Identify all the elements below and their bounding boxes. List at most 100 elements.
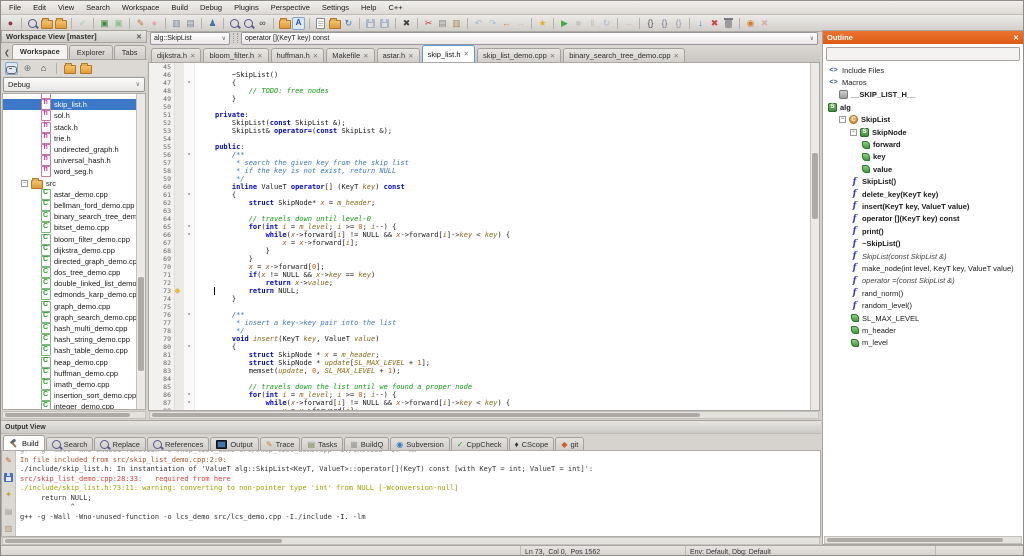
code-line-45[interactable]: 45 (149, 63, 810, 71)
marker-margin[interactable] (175, 143, 184, 151)
editor-tab-astar.h[interactable]: astar.h✕ (377, 48, 420, 62)
fold-margin[interactable]: ▾ (184, 79, 195, 87)
code-line-51[interactable]: 51private: (149, 111, 810, 119)
code-line-47[interactable]: 47▾ { (149, 79, 810, 87)
marker-margin[interactable]: ◆ (175, 287, 184, 295)
fold-margin[interactable] (184, 119, 195, 127)
fold-margin[interactable]: ▾ (184, 151, 195, 159)
marker-margin[interactable] (175, 79, 184, 87)
outline-item-key[interactable]: key (824, 151, 1022, 163)
outline-item-rand_norm-[interactable]: frand_norm() (824, 287, 1022, 299)
close-tab-icon[interactable]: ✕ (313, 52, 318, 60)
menu-edit[interactable]: Edit (27, 2, 52, 13)
marker-margin[interactable] (175, 399, 184, 407)
output-tab-search[interactable]: Search (46, 437, 94, 451)
fold-margin[interactable] (184, 135, 195, 143)
goto-active-file-button[interactable]: ⌂ (37, 62, 50, 75)
outline-item-print-[interactable]: fprint() (824, 225, 1022, 237)
code-line-80[interactable]: 80▾ { (149, 343, 810, 351)
code-line-83[interactable]: 83 memset(update, 0, SL_MAX_LEVEL + 1); (149, 367, 810, 375)
editor-tab-skip_list_demo.cpp[interactable]: skip_list_demo.cpp✕ (477, 48, 561, 62)
output-tab-cppcheck[interactable]: ✓CppCheck (451, 437, 508, 451)
tree-file-insertion_sort_demo.cpp[interactable]: insertion_sort_demo.cpp (3, 390, 136, 401)
outline-item-value[interactable]: value (824, 163, 1022, 175)
marker-margin[interactable] (175, 63, 184, 71)
close-tab-icon[interactable]: ✕ (257, 52, 262, 60)
menu-perspective[interactable]: Perspective (265, 2, 316, 13)
fold-margin[interactable] (184, 319, 195, 327)
output-tab-output[interactable]: Output (210, 437, 259, 451)
open-resource-button[interactable] (40, 17, 53, 30)
marker-margin[interactable] (175, 223, 184, 231)
tree-file-double_linked_list_demo.cpp[interactable]: double_linked_list_demo.cpp (3, 278, 136, 289)
link-editor-button[interactable] (5, 62, 18, 75)
code-line-81[interactable]: 81 struct SkipNode * x = m_header; (149, 351, 810, 359)
format-source-button[interactable]: {} (644, 17, 657, 30)
marker-margin[interactable] (175, 111, 184, 119)
outline-item-skiplist[interactable]: −CSkipList (824, 114, 1022, 126)
tree-file-hash_string_demo.cpp[interactable]: hash_string_demo.cpp (3, 334, 136, 345)
save-output-button[interactable] (2, 471, 15, 484)
save-file-button[interactable] (364, 17, 377, 30)
fold-margin[interactable] (184, 63, 195, 71)
restart-debugger-button[interactable]: ↻ (600, 17, 613, 30)
editor-tab-skip_list.h[interactable]: skip_list.h✕ (422, 45, 475, 62)
outline-item-macros[interactable]: <>Macros (824, 76, 1022, 88)
code-line-52[interactable]: 52 SkipList(const SkipList &); (149, 119, 810, 127)
close-tab-icon[interactable]: ✕ (408, 52, 413, 60)
editor-tab-dijkstra.h[interactable]: dijkstra.h✕ (151, 48, 201, 62)
fold-margin[interactable] (184, 175, 195, 183)
workspace-tab-explorer[interactable]: Explorer (69, 45, 113, 59)
marker-margin[interactable] (175, 127, 184, 135)
new-file-button[interactable] (314, 17, 327, 30)
code-line-62[interactable]: 62 struct SkipNode* x = m_header; (149, 199, 810, 207)
outline-item-m_level[interactable]: m_level (824, 337, 1022, 349)
marker-margin[interactable] (175, 215, 184, 223)
fold-margin[interactable] (184, 111, 195, 119)
tree-file-graph_demo.cpp[interactable]: graph_demo.cpp (3, 301, 136, 312)
outline-item-delete_key-keyt-key-[interactable]: fdelete_key(KeyT key) (824, 188, 1022, 200)
close-tab-icon[interactable]: ✕ (190, 52, 195, 60)
code-line-72[interactable]: 72 return x->value; (149, 279, 810, 287)
code-line-67[interactable]: 67 x = x->forward[i]; (149, 239, 810, 247)
fold-margin[interactable] (184, 255, 195, 263)
marker-margin[interactable] (175, 95, 184, 103)
copy-button[interactable]: ▤ (436, 17, 449, 30)
outline-item-insert-keyt-key-valuet-value-[interactable]: finsert(KeyT key, ValueT value) (824, 200, 1022, 212)
editor-vscrollbar[interactable] (810, 63, 819, 410)
marker-margin[interactable] (175, 367, 184, 375)
outline-item--skiplist-[interactable]: f~SkipList() (824, 237, 1022, 249)
outline-item-skipnode[interactable]: −SSkipNode (824, 126, 1022, 138)
fold-margin[interactable] (184, 239, 195, 247)
code-line-59[interactable]: 59 */ (149, 175, 810, 183)
output-tab-buildq[interactable]: ▦BuildQ (344, 437, 389, 451)
fold-margin[interactable]: ▾ (184, 223, 195, 231)
fold-margin[interactable] (184, 327, 195, 335)
tree-file-word_seg.h[interactable]: word_seg.h (3, 166, 136, 177)
code-line-58[interactable]: 58 * if the key is not exist, return NUL… (149, 167, 810, 175)
clear-output-button[interactable]: ✦ (2, 488, 15, 501)
marker-margin[interactable] (175, 327, 184, 335)
fold-margin[interactable]: ▾ (184, 191, 195, 199)
stop-build-button[interactable]: ● (148, 17, 161, 30)
pin-output-button[interactable]: ✎ (2, 454, 15, 467)
find-symbol-button[interactable] (54, 17, 67, 30)
build-config-dropdown[interactable]: Debug ∨ (3, 77, 145, 92)
code-line-66[interactable]: 66▾ while(x->forward[i] != NULL && x->fo… (149, 231, 810, 239)
tree-file-graph_search_demo.cpp[interactable]: graph_search_demo.cpp (3, 312, 136, 323)
svn-stop-button[interactable]: ✖ (758, 17, 771, 30)
marker-margin[interactable] (175, 359, 184, 367)
workspace-tabs-scroll-left-icon[interactable]: ❮ (2, 49, 12, 59)
tree-folder-src[interactable]: −src (3, 178, 136, 189)
code-line-71[interactable]: 71 if(x != NULL && x->key == key) (149, 271, 810, 279)
output-tab-cscope[interactable]: ♦CScope (509, 437, 555, 451)
marker-margin[interactable] (175, 319, 184, 327)
clean-project-button[interactable] (722, 17, 735, 30)
marker-margin[interactable] (175, 255, 184, 263)
menu-plugins[interactable]: Plugins (228, 2, 265, 13)
outline-item-sl_max_level[interactable]: SL_MAX_LEVEL (824, 312, 1022, 324)
fold-margin[interactable] (184, 87, 195, 95)
debug-attach-button[interactable]: ↓ (694, 17, 707, 30)
outline-item-skiplist-[interactable]: fSkipList() (824, 176, 1022, 188)
outline-item-alg[interactable]: Salg (824, 101, 1022, 113)
